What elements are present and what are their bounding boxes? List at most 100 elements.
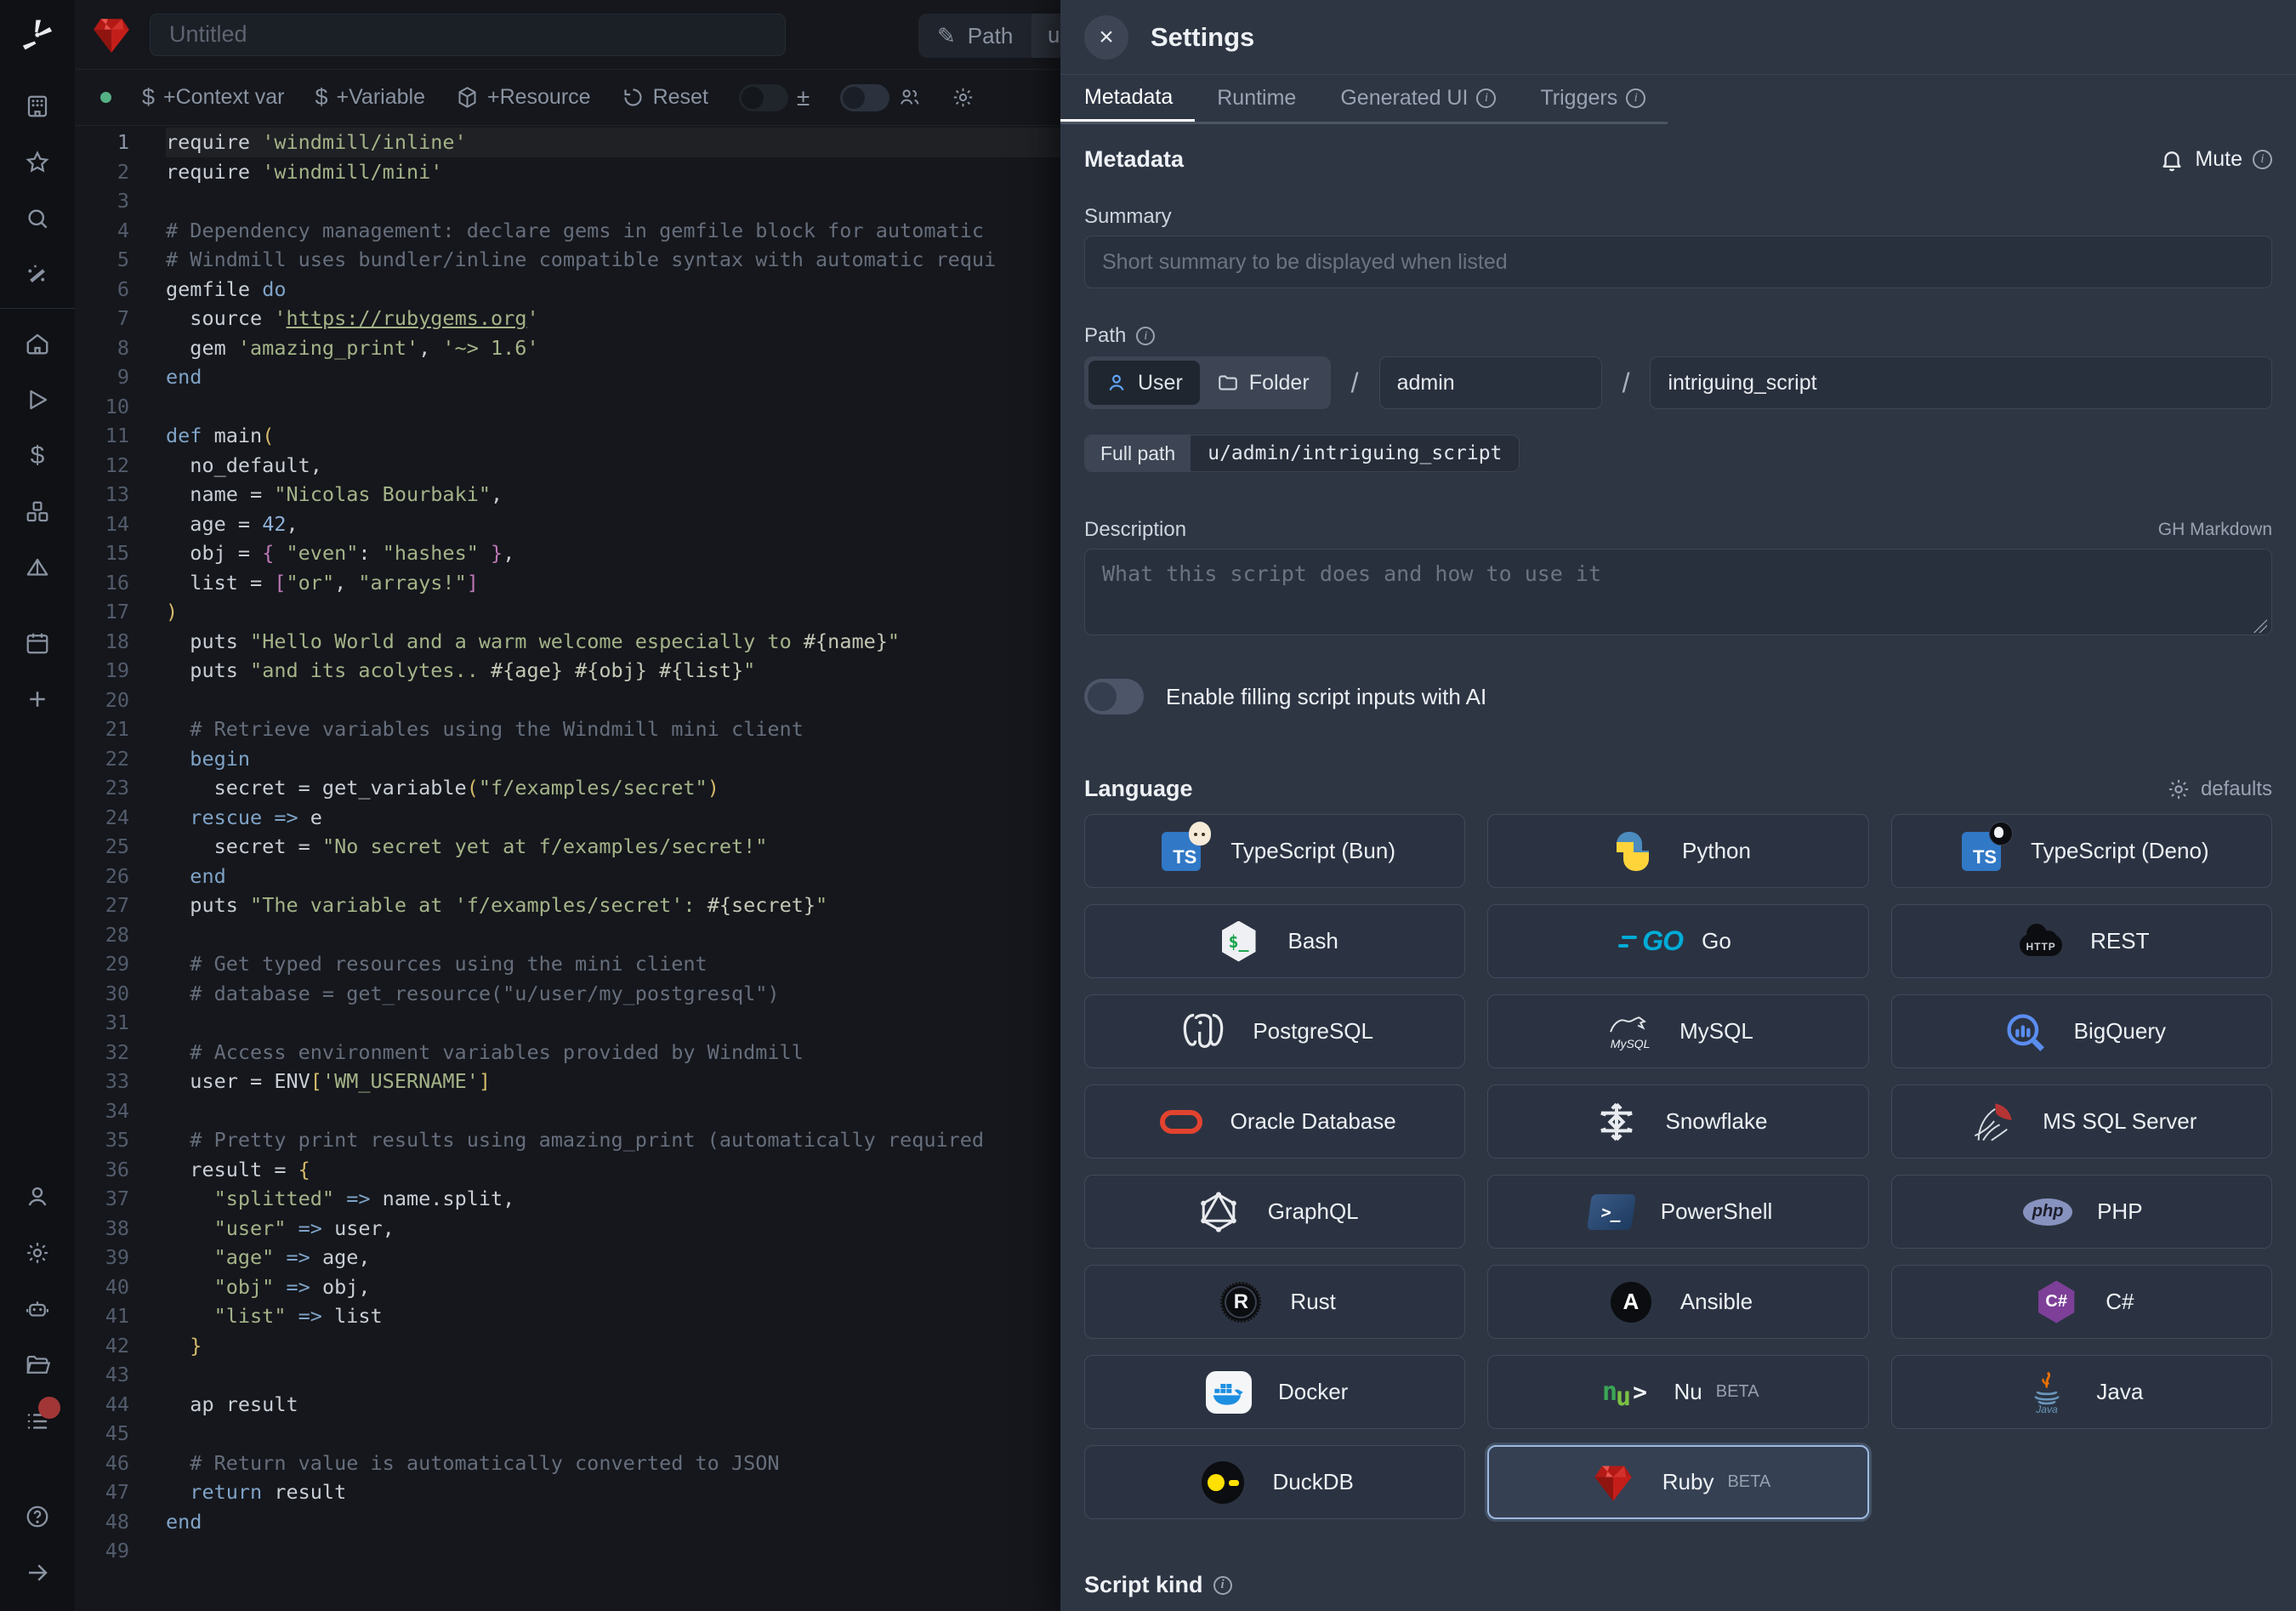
language-tile-rest[interactable]: HTTP REST: [1891, 904, 2272, 978]
info-icon[interactable]: i: [1626, 88, 1645, 108]
ruby-logo-icon: [90, 14, 133, 56]
resize-grip-icon[interactable]: [2253, 619, 2267, 633]
tab-triggers[interactable]: Triggers i: [1518, 75, 1668, 122]
info-icon[interactable]: i: [1136, 327, 1155, 345]
robot-icon[interactable]: [18, 1289, 57, 1329]
info-icon[interactable]: i: [1213, 1576, 1232, 1595]
line-number: 31: [75, 1008, 129, 1038]
language-tile-go[interactable]: GOGo: [1487, 904, 1868, 978]
tab-metadata[interactable]: Metadata: [1060, 75, 1195, 122]
language-tile-typescript-deno[interactable]: TSTypeScript (Deno): [1891, 814, 2272, 888]
search-icon[interactable]: [18, 199, 57, 238]
nu-icon: nu>: [1597, 1367, 1651, 1418]
gear-icon[interactable]: [18, 1233, 57, 1272]
plus-icon[interactable]: [18, 680, 57, 719]
editor-settings-button[interactable]: [952, 86, 975, 109]
language-tile-label: PHP: [2097, 1198, 2142, 1225]
path-label: Path i: [1084, 324, 2272, 348]
dollar-icon[interactable]: $: [18, 436, 57, 475]
tab-runtime[interactable]: Runtime: [1195, 75, 1318, 122]
summary-input[interactable]: [1084, 236, 2272, 288]
line-number: 18: [75, 627, 129, 657]
language-tile-oracle-database[interactable]: Oracle Database: [1084, 1084, 1465, 1158]
language-tile-postgresql[interactable]: PostgreSQL: [1084, 994, 1465, 1068]
collab-toggle[interactable]: [840, 84, 921, 111]
folder-icon[interactable]: [18, 1346, 57, 1385]
language-tile-label: REST: [2090, 928, 2149, 954]
ruby-icon: [1586, 1457, 1640, 1508]
language-tile-graphql[interactable]: GraphQL: [1084, 1175, 1465, 1249]
language-tile-ms-sql-server[interactable]: MS SQL Server: [1891, 1084, 2272, 1158]
ai-fill-toggle[interactable]: [1084, 679, 1144, 714]
language-tile-bash[interactable]: $_Bash: [1084, 904, 1465, 978]
tab-generated-ui[interactable]: Generated UI i: [1318, 75, 1518, 122]
arrow-right-icon[interactable]: [18, 1553, 57, 1592]
bash-icon: $_: [1212, 916, 1266, 967]
path-owner-input[interactable]: [1379, 356, 1602, 409]
script-title-input[interactable]: [150, 14, 786, 56]
path-name-input[interactable]: [1650, 356, 2272, 409]
windmill-logo-icon[interactable]: [18, 15, 57, 54]
info-icon[interactable]: i: [2253, 150, 2272, 169]
language-tile-label: Ruby: [1662, 1469, 1714, 1495]
line-number: 25: [75, 832, 129, 862]
language-tile-mysql[interactable]: MySQLMySQL: [1487, 994, 1868, 1068]
toggle-off[interactable]: [840, 84, 889, 111]
language-tile-label: Python: [1682, 838, 1751, 864]
language-tile-duckdb[interactable]: DuckDB: [1084, 1445, 1465, 1519]
language-tile-python[interactable]: Python: [1487, 814, 1868, 888]
home-icon[interactable]: [18, 324, 57, 363]
language-tile-powershell[interactable]: >_PowerShell: [1487, 1175, 1868, 1249]
line-number: 39: [75, 1243, 129, 1272]
line-number: 48: [75, 1507, 129, 1537]
language-tile-ruby[interactable]: RubyBETA: [1487, 1445, 1868, 1519]
diff-toggle[interactable]: ±: [739, 84, 810, 111]
calendar-icon[interactable]: [18, 623, 57, 663]
magic-wand-icon[interactable]: [18, 255, 57, 294]
ansible-icon: A: [1604, 1277, 1658, 1328]
language-tile-nu[interactable]: nu>NuBETA: [1487, 1355, 1868, 1429]
building-icon[interactable]: [18, 87, 57, 126]
language-tile-c[interactable]: C#C#: [1891, 1265, 2272, 1339]
star-icon[interactable]: [18, 143, 57, 182]
gear-icon: [2167, 777, 2191, 801]
line-number: 29: [75, 949, 129, 979]
language-tile-bigquery[interactable]: BigQuery: [1891, 994, 2272, 1068]
language-tile-typescript-bun[interactable]: TSTypeScript (Bun): [1084, 814, 1465, 888]
settings-body: Metadata Mute i Summary Path i User Fold…: [1060, 124, 2296, 1611]
path-owner-kind-segmented: User Folder: [1084, 356, 1331, 409]
owner-kind-user[interactable]: User: [1088, 361, 1200, 405]
language-tile-docker[interactable]: Docker: [1084, 1355, 1465, 1429]
owner-kind-folder[interactable]: Folder: [1200, 361, 1327, 405]
list-icon[interactable]: [18, 1402, 57, 1441]
mute-button[interactable]: Mute i: [2159, 147, 2272, 173]
help-icon[interactable]: [18, 1497, 57, 1536]
cubes-icon[interactable]: [18, 492, 57, 532]
add-context-var-button[interactable]: $ +Context var: [142, 84, 284, 111]
info-icon[interactable]: i: [1476, 88, 1496, 108]
add-resource-button[interactable]: +Resource: [456, 85, 591, 110]
play-icon[interactable]: [18, 380, 57, 419]
python-icon: [1605, 826, 1660, 877]
line-number: 42: [75, 1331, 129, 1361]
language-tile-ansible[interactable]: AAnsible: [1487, 1265, 1868, 1339]
language-tile-php[interactable]: phpPHP: [1891, 1175, 2272, 1249]
language-tile-rust[interactable]: RRust: [1084, 1265, 1465, 1339]
full-path-chip: Full path u/admin/intriguing_script: [1084, 435, 1520, 472]
language-tile-java[interactable]: JavaJava: [1891, 1355, 2272, 1429]
prism-icon[interactable]: [18, 549, 57, 588]
add-variable-button[interactable]: $ +Variable: [315, 84, 425, 111]
language-defaults-button[interactable]: defaults: [2167, 777, 2272, 801]
toggle-off[interactable]: [739, 84, 788, 111]
language-tile-label: Nu: [1674, 1379, 1702, 1405]
language-tile-label: Snowflake: [1666, 1108, 1768, 1135]
user-icon[interactable]: [18, 1177, 57, 1216]
language-tile-snowflake[interactable]: Snowflake: [1487, 1084, 1868, 1158]
rest-icon: HTTP: [2014, 916, 2068, 967]
description-textarea[interactable]: [1084, 549, 2272, 635]
line-number: 16: [75, 568, 129, 598]
graphql-icon: [1191, 1187, 1246, 1238]
close-icon[interactable]: ×: [1084, 15, 1128, 60]
bigquery-icon: [1998, 1006, 2052, 1057]
reset-button[interactable]: Reset: [622, 85, 708, 110]
